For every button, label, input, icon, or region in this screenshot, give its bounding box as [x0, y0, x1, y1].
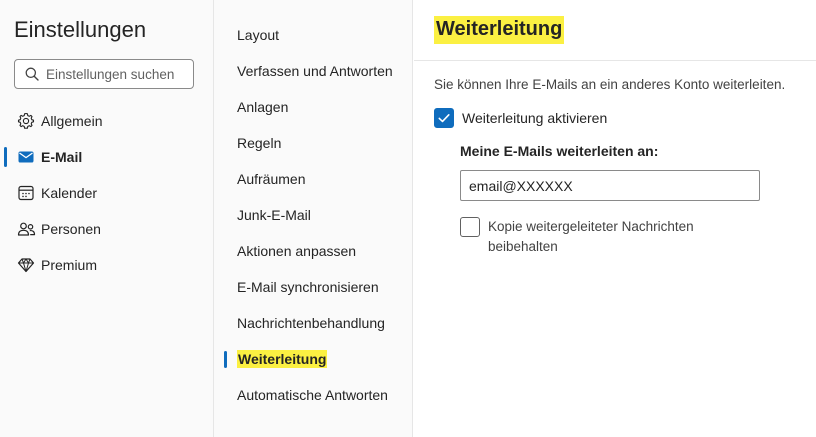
subnav-list: Layout Verfassen und Antworten Anlagen R… [214, 17, 413, 413]
gear-icon [16, 111, 36, 131]
mail-settings-subnav: Layout Verfassen und Antworten Anlagen R… [214, 0, 413, 437]
category-label: Premium [41, 257, 98, 273]
enable-forwarding-option[interactable]: Weiterleitung aktivieren [434, 108, 607, 128]
forward-to-email-input[interactable] [460, 170, 760, 201]
subnav-item-customize-actions[interactable]: Aktionen anpassen [214, 233, 413, 269]
category-label: Allgemein [41, 113, 103, 129]
subnav-label: Weiterleitung [237, 350, 328, 368]
page-title: Weiterleitung [434, 16, 565, 44]
search-icon [25, 67, 39, 81]
calendar-icon [16, 183, 36, 203]
category-label: Personen [41, 221, 101, 237]
category-item-premium[interactable]: Premium [0, 247, 213, 283]
category-list: Allgemein E-Mail Kalender Personen Premi… [0, 103, 213, 283]
category-item-email[interactable]: E-Mail [0, 139, 213, 175]
category-item-allgemein[interactable]: Allgemein [0, 103, 213, 139]
subnav-label: Anlagen [237, 99, 289, 115]
settings-search-box[interactable] [14, 59, 194, 89]
subnav-label: Verfassen und Antworten [237, 63, 393, 79]
subnav-label: Aufräumen [237, 171, 306, 187]
settings-category-pane: Einstellungen Allgemein [0, 0, 214, 437]
settings-title: Einstellungen [14, 17, 147, 42]
people-icon [16, 219, 36, 239]
subnav-item-forwarding[interactable]: Weiterleitung [214, 341, 413, 377]
subnav-item-compose-reply[interactable]: Verfassen und Antworten [214, 53, 413, 89]
page-title-text: Weiterleitung [434, 16, 565, 44]
subnav-item-rules[interactable]: Regeln [214, 125, 413, 161]
subnav-item-automatic-replies[interactable]: Automatische Antworten [214, 377, 413, 413]
subnav-item-attachments[interactable]: Anlagen [214, 89, 413, 125]
keep-copy-checkbox[interactable] [460, 217, 480, 237]
mail-icon [16, 147, 36, 167]
subnav-label: Layout [237, 27, 280, 43]
active-indicator [224, 351, 227, 368]
enable-forwarding-label: Weiterleitung aktivieren [462, 110, 608, 126]
subnav-item-sync-email[interactable]: E-Mail synchronisieren [214, 269, 413, 305]
subnav-label: Regeln [237, 135, 282, 151]
forwarding-description: Sie können Ihre E-Mails an ein anderes K… [434, 77, 786, 92]
enable-forwarding-checkbox[interactable] [434, 108, 454, 128]
subnav-item-junk-email[interactable]: Junk-E-Mail [214, 197, 413, 233]
checkmark-icon [438, 114, 450, 123]
category-item-personen[interactable]: Personen [0, 211, 213, 247]
subnav-label: E-Mail synchronisieren [237, 279, 379, 295]
subnav-label: Aktionen anpassen [237, 243, 357, 259]
settings-search-input[interactable] [46, 66, 186, 82]
forward-to-label: Meine E-Mails weiterleiten an: [460, 143, 659, 159]
category-label: E-Mail [41, 149, 83, 165]
diamond-icon [16, 255, 36, 275]
subnav-item-layout[interactable]: Layout [214, 17, 413, 53]
subnav-label: Nachrichtenbehandlung [237, 315, 385, 331]
active-indicator [4, 147, 7, 167]
subnav-label: Junk-E-Mail [237, 207, 311, 223]
subnav-item-message-handling[interactable]: Nachrichtenbehandlung [214, 305, 413, 341]
keep-copy-label: Kopie weitergeleiteter Nachrichten beibe… [488, 219, 694, 254]
pane-header: Weiterleitung [414, 0, 816, 61]
forwarding-settings-pane: Weiterleitung Sie können Ihre E-Mails an… [414, 0, 816, 437]
subnav-label: Automatische Antworten [237, 387, 388, 403]
subnav-item-sweep[interactable]: Aufräumen [214, 161, 413, 197]
keep-copy-option[interactable]: Kopie weitergeleiteter Nachrichten beibe… [460, 217, 718, 257]
category-label: Kalender [41, 185, 98, 201]
category-item-kalender[interactable]: Kalender [0, 175, 213, 211]
